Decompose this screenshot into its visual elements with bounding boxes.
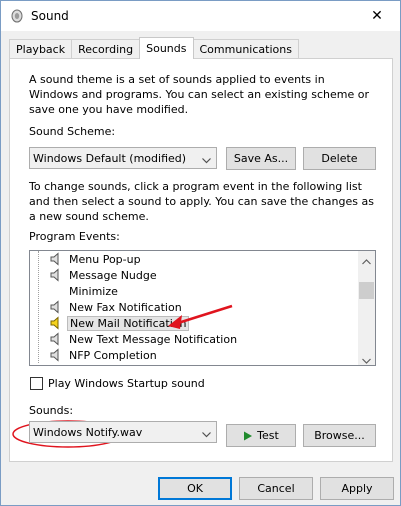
ok-button[interactable]: OK [158,477,232,500]
sounds-label: Sounds: [29,404,74,417]
cancel-button[interactable]: Cancel [239,477,313,500]
program-events-label: Program Events: [29,230,120,243]
tab-sounds[interactable]: Sounds [139,37,194,59]
scheme-label: Sound Scheme: [29,125,116,138]
program-events-list[interactable]: Menu Pop-up Message Nudge Minimize New F… [29,250,376,366]
list-item[interactable]: Message Nudge [30,267,159,283]
speaker-icon [48,267,64,283]
sound-file-value: Windows Notify.wav [33,425,143,439]
speaker-icon [48,251,64,267]
tab-playback[interactable]: Playback [9,39,73,59]
list-item[interactable]: Minimize [30,283,120,299]
sound-scheme-dropdown[interactable]: Windows Default (modified) [29,147,217,169]
tab-recording[interactable]: Recording [71,39,141,59]
play-icon [243,431,253,441]
apply-button[interactable]: Apply [320,477,394,500]
window-title: Sound [31,9,69,23]
list-item[interactable]: Menu Pop-up [30,251,143,267]
list-item[interactable]: New Text Message Notification [30,331,239,347]
scroll-thumb[interactable] [359,282,374,299]
intro-text: A sound theme is a set of sounds applied… [29,73,370,116]
change-sounds-text: To change sounds, click a program event … [29,180,374,223]
scroll-up-icon[interactable] [362,255,371,268]
browse-button[interactable]: Browse... [303,424,376,447]
tab-communications[interactable]: Communications [192,39,299,59]
startup-sound-label: Play Windows Startup sound [48,377,205,390]
startup-sound-checkbox[interactable] [30,377,43,390]
test-button[interactable]: Test [226,424,296,447]
speaker-app-icon [9,8,25,24]
speaker-icon [48,347,64,363]
list-item-selected[interactable]: New Mail Notification [30,315,190,331]
speaker-icon [48,299,64,315]
save-as-button[interactable]: Save As... [226,147,296,170]
sounds-tab-panel: A sound theme is a set of sounds applied… [9,58,393,462]
speaker-active-icon [48,315,64,331]
list-item[interactable]: NFP Completion [30,347,159,363]
close-icon: ✕ [371,8,383,24]
scroll-down-icon[interactable] [362,354,371,365]
list-item[interactable]: New Fax Notification [30,299,184,315]
sound-file-dropdown[interactable]: Windows Notify.wav [29,421,217,443]
speaker-icon [48,331,64,347]
vertical-scrollbar[interactable] [358,251,375,365]
close-button[interactable]: ✕ [354,1,400,31]
title-bar: Sound ✕ [1,1,400,31]
scheme-value: Windows Default (modified) [33,151,187,165]
chevron-down-icon [202,154,211,167]
dialog-footer: OK Cancel Apply [1,467,400,505]
tab-strip: Playback Recording Sounds Communications [9,37,299,59]
chevron-down-icon [202,428,211,441]
sound-dialog: Sound ✕ Playback Recording Sounds Commun… [0,0,401,506]
delete-button[interactable]: Delete [303,147,376,170]
